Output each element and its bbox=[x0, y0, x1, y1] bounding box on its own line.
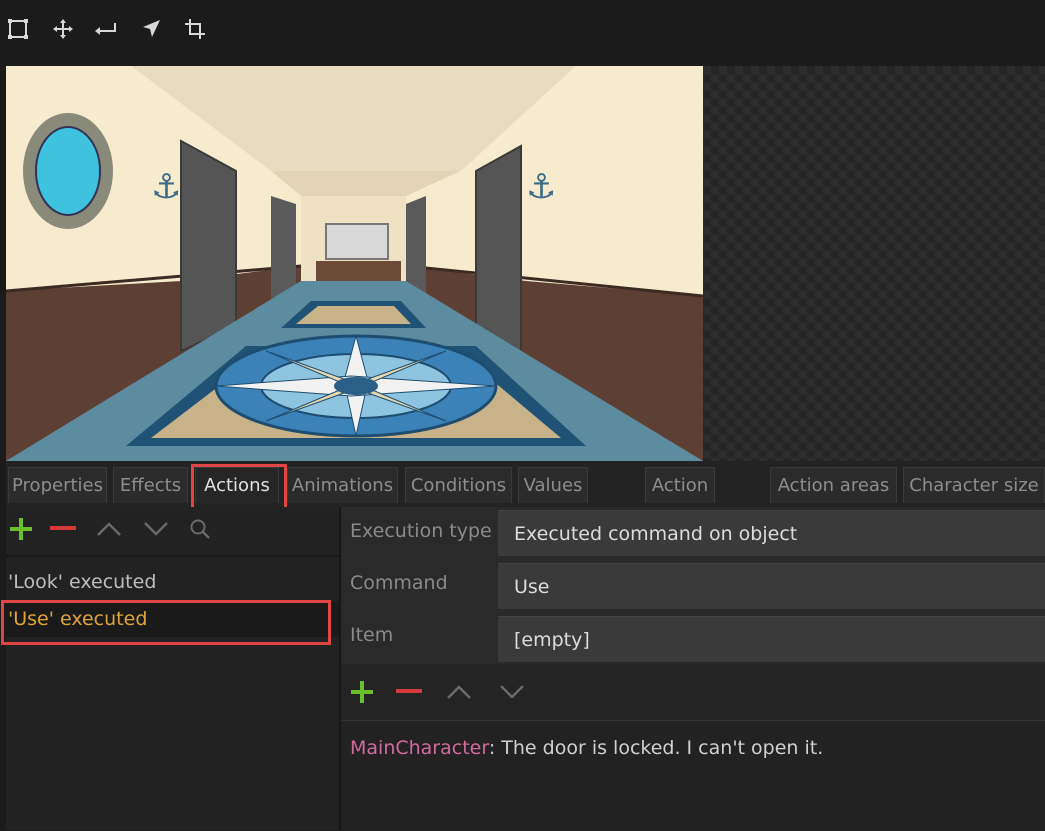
canvas-background bbox=[703, 66, 1045, 461]
select-rect-icon[interactable] bbox=[3, 14, 33, 44]
tab-action[interactable]: Action bbox=[645, 467, 715, 503]
crop-icon[interactable] bbox=[180, 14, 210, 44]
list-separator bbox=[6, 555, 339, 557]
item-field[interactable]: [empty] bbox=[498, 616, 1045, 662]
tab-values[interactable]: Values bbox=[518, 467, 588, 503]
line-up-button[interactable] bbox=[444, 678, 474, 706]
return-icon[interactable] bbox=[91, 14, 121, 44]
dialogue-toolbar bbox=[341, 664, 1045, 720]
command-label: Command bbox=[350, 572, 448, 594]
action-properties-panel: Execution type Executed command on objec… bbox=[341, 507, 1045, 831]
pointer-icon[interactable] bbox=[136, 14, 166, 44]
properties-tab-bar: Properties Effects Actions Animations Co… bbox=[6, 461, 1045, 507]
tab-action-areas[interactable]: Action areas bbox=[770, 467, 897, 503]
tab-properties[interactable]: Properties bbox=[8, 467, 107, 503]
tab-effects[interactable]: Effects bbox=[113, 467, 188, 503]
svg-text:⚓: ⚓ bbox=[526, 167, 556, 207]
add-line-button[interactable] bbox=[349, 678, 375, 706]
move-down-button[interactable] bbox=[141, 515, 171, 543]
dialogue-line[interactable]: MainCharacter: The door is locked. I can… bbox=[350, 737, 823, 759]
svg-text:⚓: ⚓ bbox=[151, 167, 181, 207]
list-item-selected[interactable]: 'Use' executed bbox=[6, 601, 339, 637]
remove-action-button[interactable] bbox=[48, 515, 78, 543]
item-label: Item bbox=[350, 624, 394, 646]
tab-actions[interactable]: Actions bbox=[195, 467, 279, 503]
scene-preview[interactable]: ⚓ ⚓ bbox=[6, 66, 703, 461]
list-item[interactable]: 'Look' executed bbox=[6, 564, 339, 600]
search-icon[interactable] bbox=[186, 515, 214, 543]
speaker-separator: : bbox=[488, 737, 502, 759]
actions-list-panel: 'Look' executed 'Use' executed bbox=[6, 507, 339, 830]
execution-type-label: Execution type bbox=[350, 520, 492, 542]
dialogue-text: The door is locked. I can't open it. bbox=[501, 737, 824, 759]
tab-character-size[interactable]: Character size bbox=[903, 467, 1045, 503]
tab-animations[interactable]: Animations bbox=[287, 467, 398, 503]
speaker-name: MainCharacter bbox=[350, 737, 489, 759]
tab-conditions[interactable]: Conditions bbox=[405, 467, 512, 503]
line-down-button[interactable] bbox=[497, 678, 527, 706]
dialogue-area: MainCharacter: The door is locked. I can… bbox=[341, 720, 1045, 831]
corridor-illustration: ⚓ ⚓ bbox=[6, 66, 703, 461]
editor-toolbar bbox=[0, 0, 1045, 66]
move-icon[interactable] bbox=[48, 14, 78, 44]
command-field[interactable]: Use bbox=[498, 563, 1045, 609]
execution-type-dropdown[interactable]: Executed command on object bbox=[498, 510, 1045, 556]
move-up-button[interactable] bbox=[94, 515, 124, 543]
add-action-button[interactable] bbox=[8, 515, 34, 543]
remove-line-button[interactable] bbox=[394, 678, 424, 706]
